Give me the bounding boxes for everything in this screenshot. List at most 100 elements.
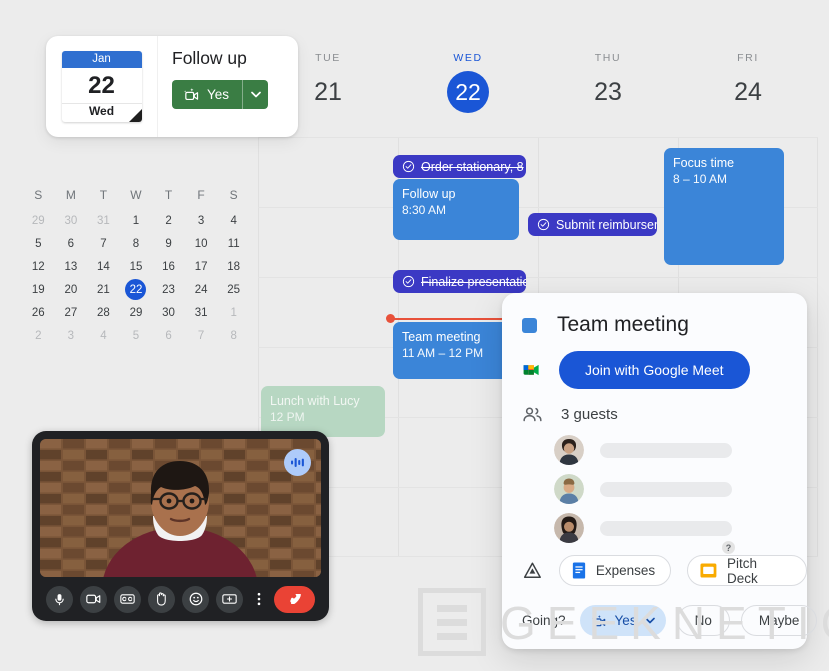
mini-calendar-week-row: 19 20 21 22 23 24 25 — [22, 278, 250, 301]
event-follow-up[interactable]: Follow up 8:30 AM — [393, 179, 519, 240]
microphone-button[interactable] — [46, 585, 73, 613]
mini-calendar-day[interactable]: 7 — [185, 324, 218, 347]
raise-hand-button[interactable] — [148, 585, 175, 613]
mini-calendar-day[interactable]: 23 — [152, 278, 185, 301]
mini-calendar-day[interactable]: 17 — [185, 255, 218, 278]
attachment-expenses[interactable]: Expenses — [558, 555, 672, 586]
mini-calendar-day[interactable]: 4 — [217, 209, 250, 232]
captions-button[interactable] — [114, 585, 141, 613]
week-day-headers: TUE 21 WED 22 THU 23 FRI 24 — [258, 52, 818, 120]
mini-calendar-day[interactable]: 13 — [55, 255, 88, 278]
mini-calendar-day[interactable]: 31 — [87, 209, 120, 232]
closed-captions-icon — [120, 594, 135, 604]
rsvp-yes-main[interactable]: Yes — [172, 80, 242, 109]
mini-calendar-day[interactable]: 16 — [152, 255, 185, 278]
mini-calendar-day[interactable]: 9 — [152, 232, 185, 255]
mini-calendar-week-row: 5 6 7 8 9 10 11 — [22, 232, 250, 255]
mini-calendar-day[interactable]: 24 — [185, 278, 218, 301]
mini-calendar-day[interactable]: 26 — [22, 301, 55, 324]
mini-calendar-week-row: 29 30 31 1 2 3 4 — [22, 209, 250, 232]
present-button[interactable] — [216, 585, 243, 613]
weekday-label: T — [99, 187, 108, 202]
hang-up-button[interactable] — [274, 585, 315, 613]
video-feed — [40, 439, 321, 577]
notification-card[interactable]: Jan 22 Wed Follow up Yes — [46, 36, 298, 137]
attachment-label: Pitch Deck — [727, 555, 758, 586]
mini-calendar-day[interactable]: 4 — [87, 324, 120, 347]
guest-row[interactable]: ✓ — [554, 474, 736, 555]
day-number: 24 — [734, 77, 762, 106]
mini-calendar-day[interactable]: 12 — [22, 255, 55, 278]
check-circle-icon — [402, 275, 415, 288]
participant-video — [40, 439, 321, 577]
date-chip: Jan 22 Wed — [61, 51, 142, 122]
day-number-today: 22 — [447, 71, 489, 113]
reactions-button[interactable] — [182, 585, 209, 613]
event-lunch-with-lucy[interactable]: Lunch with Lucy 12 PM — [261, 386, 385, 437]
mini-calendar-day[interactable]: 15 — [120, 255, 153, 278]
mini-calendar-day[interactable]: 30 — [152, 301, 185, 324]
mini-month-calendar[interactable]: S M T W T F S 29 30 31 1 2 3 4 5 6 7 8 9 10 11 12 13 14 1… — [22, 186, 250, 347]
date-chip-day: 22 — [88, 72, 115, 99]
guest-row[interactable]: ✓ — [554, 435, 736, 555]
day-of-week-label: FRI — [737, 52, 759, 64]
microphone-icon — [55, 593, 64, 605]
video-call-window — [32, 431, 329, 621]
mini-calendar-day[interactable]: 29 — [22, 209, 55, 232]
day-header-thu[interactable]: THU 23 — [538, 52, 678, 120]
guest-list: ✓ ✓ — [554, 435, 736, 555]
task-order-stationary[interactable]: Order stationary, 8 — [393, 155, 526, 178]
mini-calendar-day[interactable]: 27 — [55, 301, 88, 324]
notification-rsvp-yes-button[interactable]: Yes — [172, 80, 269, 109]
mini-calendar-day[interactable]: 14 — [87, 255, 120, 278]
mini-calendar-day[interactable]: 2 — [22, 324, 55, 347]
join-google-meet-button[interactable]: Join with Google Meet — [559, 351, 750, 389]
audio-level-indicator[interactable] — [284, 449, 311, 476]
more-options-button[interactable] — [250, 586, 267, 613]
event-focus-time[interactable]: Focus time 8 – 10 AM — [664, 148, 784, 265]
mini-calendar-day-today[interactable]: 22 — [120, 278, 153, 301]
mini-calendar-day[interactable]: 10 — [185, 232, 218, 255]
mini-calendar-day[interactable]: 5 — [22, 232, 55, 255]
avatar — [554, 474, 584, 504]
attachment-label: Expenses — [595, 563, 656, 578]
mini-calendar-day[interactable]: 8 — [120, 232, 153, 255]
mini-calendar-day[interactable]: 28 — [87, 301, 120, 324]
guest-row[interactable]: ? — [554, 513, 736, 555]
phone-hangup-icon — [290, 594, 301, 604]
mini-calendar-day[interactable]: 3 — [185, 209, 218, 232]
attachment-pitch-deck[interactable]: Pitch Deck — [687, 555, 807, 586]
mini-calendar-day[interactable]: 25 — [217, 278, 250, 301]
mini-calendar-day[interactable]: 5 — [120, 324, 153, 347]
event-team-meeting[interactable]: Team meeting 11 AM – 12 PM — [393, 322, 519, 379]
mini-calendar-day[interactable]: 6 — [152, 324, 185, 347]
mini-calendar-day[interactable]: 3 — [55, 324, 88, 347]
day-header-fri[interactable]: FRI 24 — [678, 52, 818, 120]
task-finalize-presentation[interactable]: Finalize presentatio — [393, 270, 526, 293]
mini-calendar-day[interactable]: 29 — [120, 301, 153, 324]
mini-calendar-day[interactable]: 19 — [22, 278, 55, 301]
camera-button[interactable] — [80, 585, 107, 613]
mini-calendar-day[interactable]: 7 — [87, 232, 120, 255]
task-label: Submit reimbursem — [556, 217, 657, 232]
guest-name-placeholder — [600, 520, 732, 536]
mini-calendar-day[interactable]: 1 — [120, 209, 153, 232]
mini-calendar-day[interactable]: 6 — [55, 232, 88, 255]
mini-calendar-day[interactable]: 20 — [55, 278, 88, 301]
present-screen-icon — [222, 594, 237, 604]
mini-calendar-day[interactable]: 2 — [152, 209, 185, 232]
mini-calendar-day[interactable]: 18 — [217, 255, 250, 278]
mini-calendar-day[interactable]: 1 — [217, 301, 250, 324]
task-submit-reimbursement[interactable]: Submit reimbursem — [528, 213, 657, 236]
mini-calendar-day[interactable]: 11 — [217, 232, 250, 255]
day-header-wed[interactable]: WED 22 — [398, 52, 538, 120]
mini-calendar-day[interactable]: 21 — [87, 278, 120, 301]
rsvp-dropdown-button[interactable] — [242, 80, 268, 109]
mini-calendar-day[interactable]: 8 — [217, 324, 250, 347]
google-meet-icon — [523, 364, 539, 376]
people-icon — [523, 407, 542, 422]
mini-calendar-day[interactable]: 31 — [185, 301, 218, 324]
chevron-down-icon — [250, 91, 261, 98]
mini-calendar-day[interactable]: 30 — [55, 209, 88, 232]
mini-calendar-week-row: 2345678 — [22, 324, 250, 347]
